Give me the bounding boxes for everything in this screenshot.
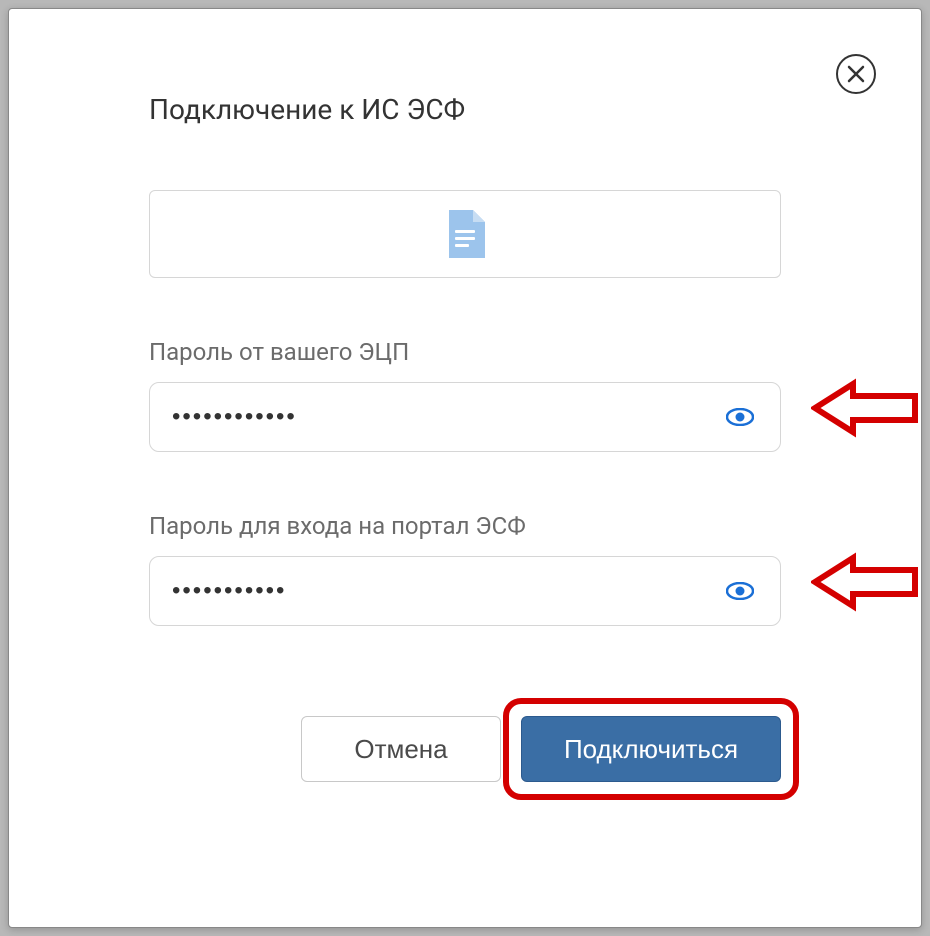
eye-icon [726, 408, 754, 426]
dialog-title: Подключение к ИС ЭСФ [149, 93, 781, 126]
arrow-annotation-icon [811, 552, 921, 612]
dialog-buttons: Отмена Подключиться [149, 716, 781, 782]
document-icon [445, 210, 485, 258]
portal-password-wrap [149, 556, 781, 626]
ecp-password-label: Пароль от вашего ЭЦП [149, 338, 781, 366]
ecp-password-toggle[interactable] [722, 404, 758, 430]
close-button[interactable] [836, 54, 876, 94]
cancel-button[interactable]: Отмена [301, 716, 501, 782]
ecp-password-group: Пароль от вашего ЭЦП [149, 338, 781, 452]
portal-password-input[interactable] [172, 577, 722, 605]
portal-password-label: Пароль для входа на портал ЭСФ [149, 512, 781, 540]
file-drop-zone[interactable] [149, 190, 781, 278]
close-icon [847, 65, 865, 83]
portal-password-toggle[interactable] [722, 578, 758, 604]
ecp-password-input[interactable] [172, 403, 722, 431]
ecp-password-wrap [149, 382, 781, 452]
connect-dialog: Подключение к ИС ЭСФ Пароль от вашего ЭЦ… [8, 8, 922, 928]
connect-button[interactable]: Подключиться [521, 716, 781, 782]
arrow-annotation-icon [811, 378, 921, 438]
portal-password-group: Пароль для входа на портал ЭСФ [149, 512, 781, 626]
eye-icon [726, 582, 754, 600]
